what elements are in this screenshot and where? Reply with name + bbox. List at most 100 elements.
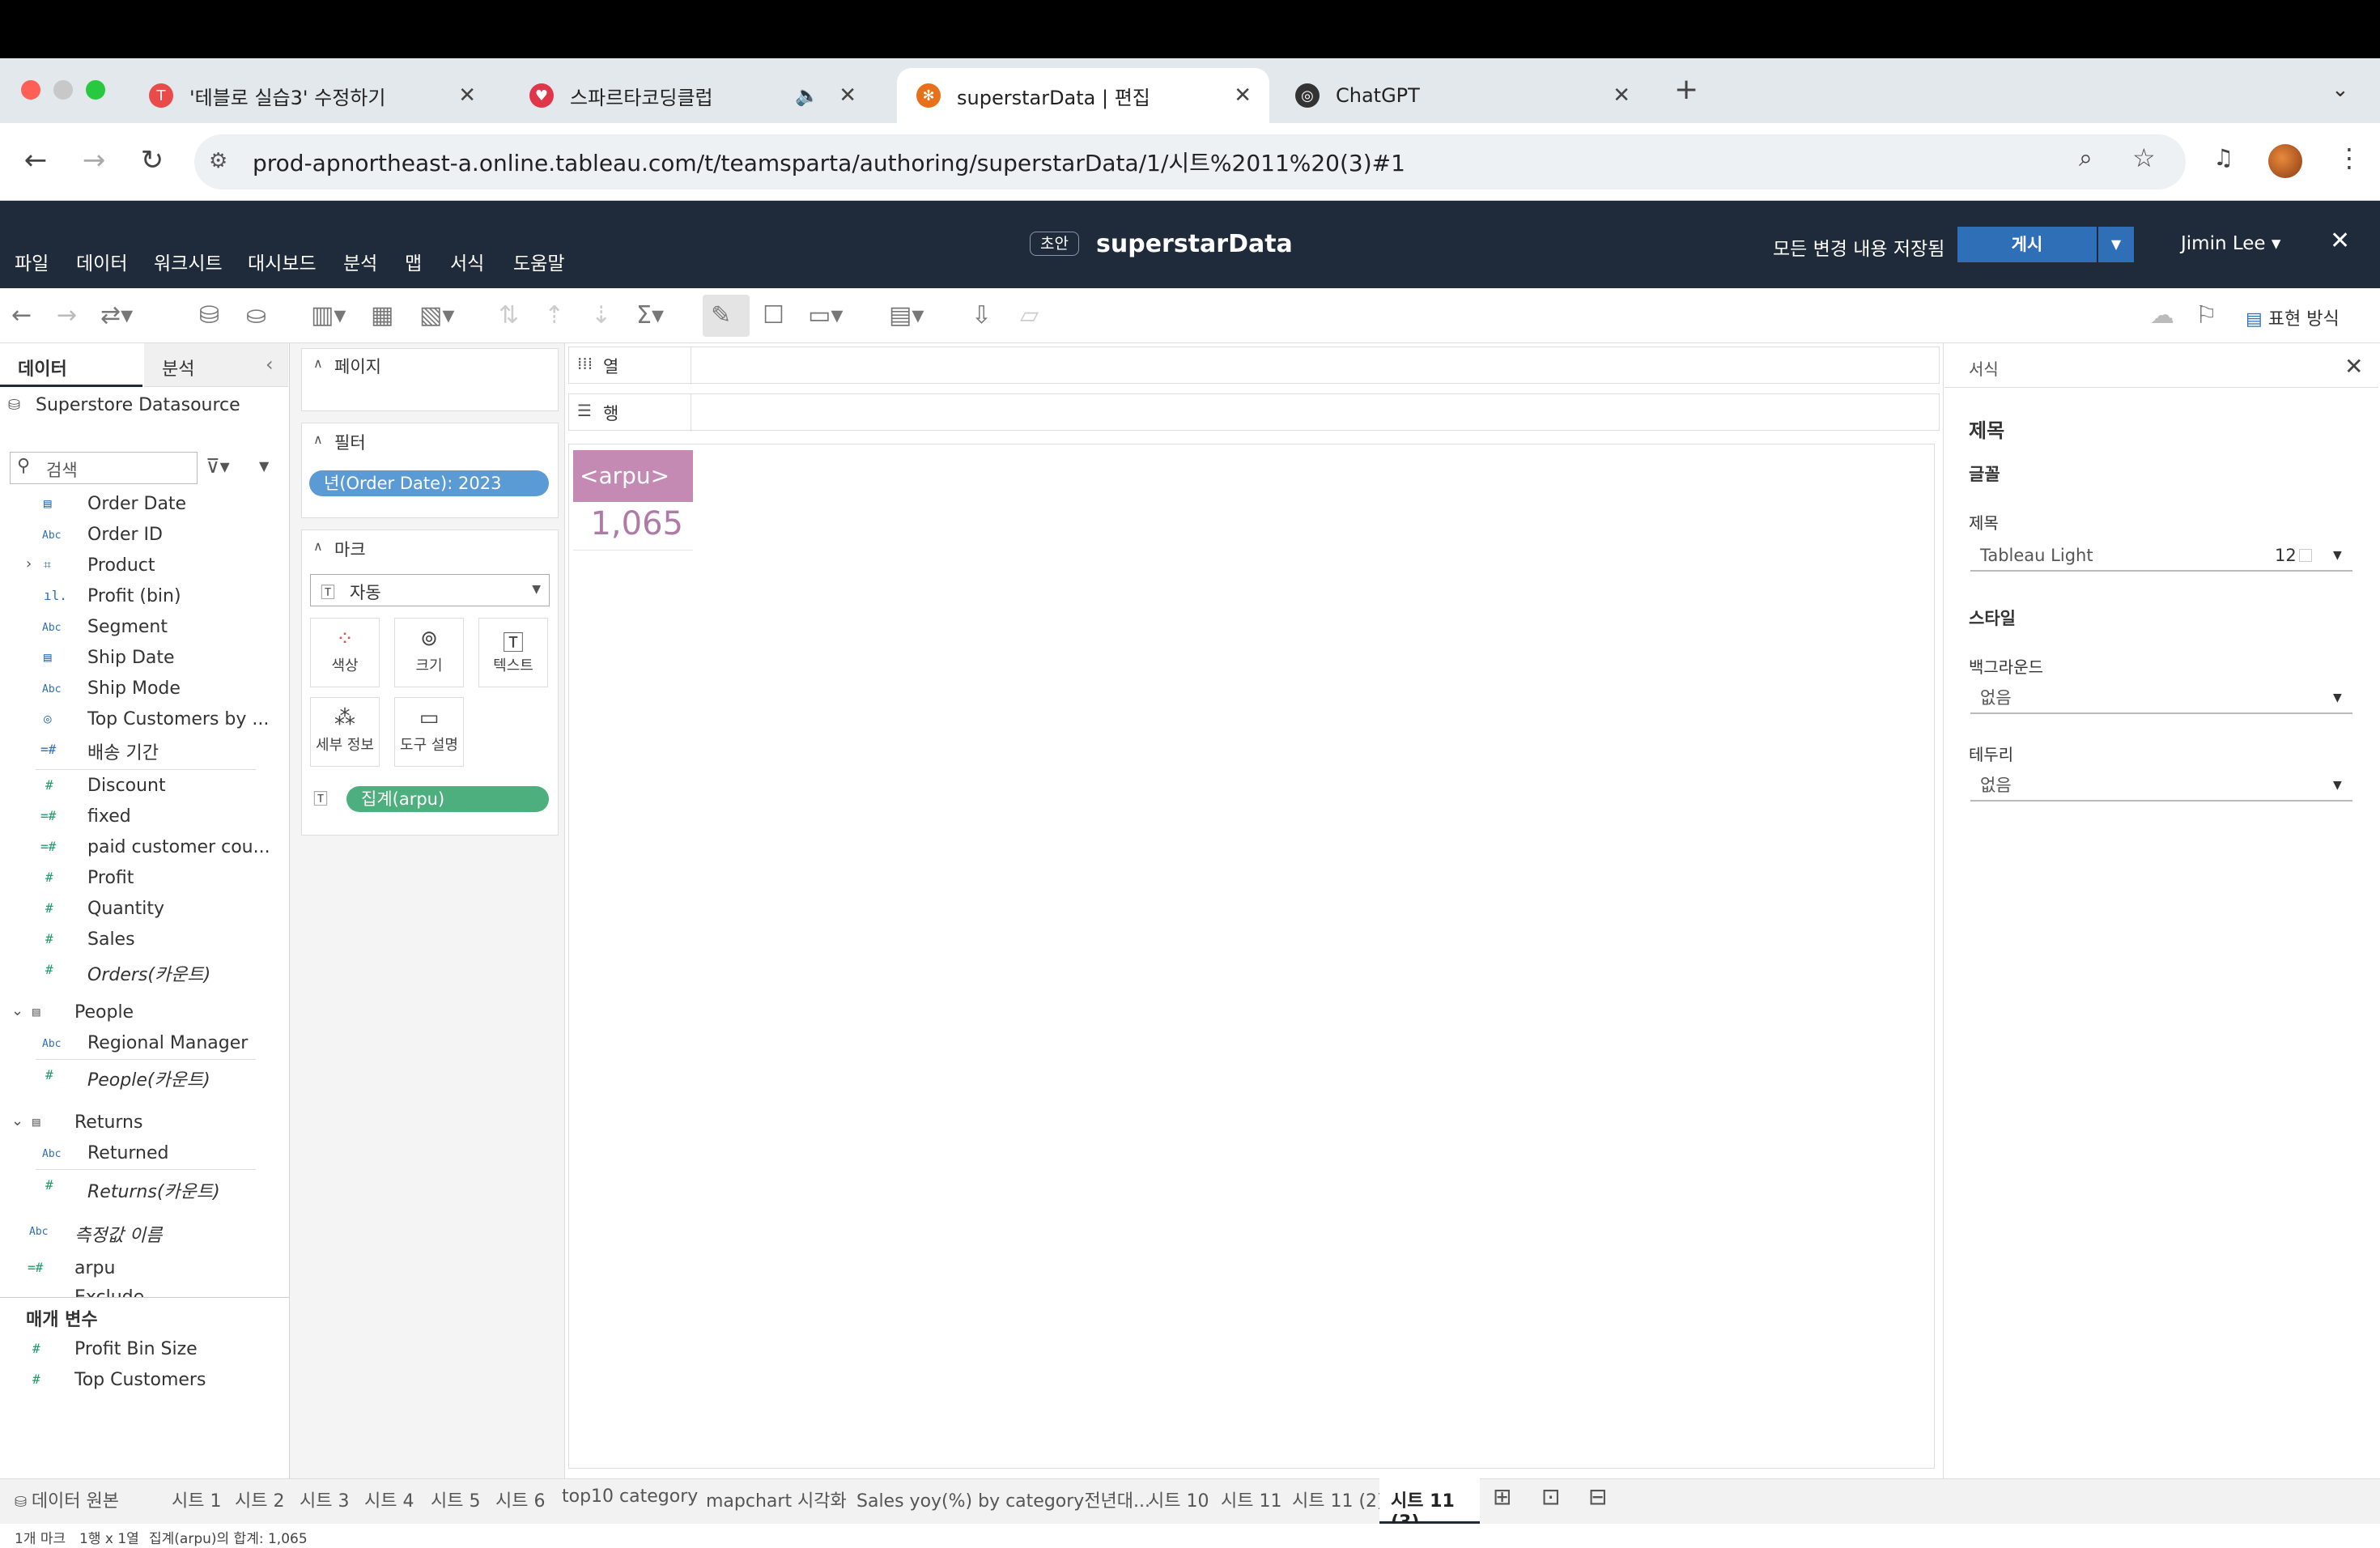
field-profit-bin[interactable]: Profit (bin): [87, 586, 181, 606]
pause-updates-icon[interactable]: ⛀: [246, 301, 266, 330]
collapse-chevron-icon[interactable]: ∧: [313, 355, 323, 371]
field-order-date[interactable]: Order Date: [87, 494, 186, 514]
publish-dropdown-icon[interactable]: ▼: [2098, 227, 2134, 262]
detail-button[interactable]: ⁂ 세부 정보: [310, 697, 380, 767]
speaker-icon[interactable]: 🔈: [795, 84, 819, 107]
download-icon[interactable]: ⇩: [971, 301, 992, 330]
field-orders-count[interactable]: Orders(카운트): [87, 960, 210, 986]
tab-search-chevron-icon[interactable]: ⌄: [2331, 78, 2349, 102]
font-color-swatch[interactable]: [2299, 549, 2312, 562]
search-input[interactable]: ⚲ 검색: [10, 452, 198, 484]
menu-analysis[interactable]: 분석: [343, 248, 377, 275]
table-people[interactable]: People: [74, 1002, 134, 1023]
collapse-chevron-icon[interactable]: ∧: [313, 538, 323, 554]
replay-icon[interactable]: ⇄▾: [100, 301, 133, 330]
bookmark-star-icon[interactable]: ☆: [2132, 142, 2156, 173]
tab-analysis[interactable]: 분석 ‹: [144, 343, 288, 387]
background-select[interactable]: 없음 ▼: [1970, 682, 2352, 714]
menu-dashboard[interactable]: 대시보드: [248, 248, 317, 275]
close-format-pane-icon[interactable]: ✕: [2344, 353, 2363, 380]
new-worksheet-icon[interactable]: ▥▾: [311, 301, 346, 330]
color-button[interactable]: ⁘ 색상: [310, 618, 380, 687]
forward-arrow-icon[interactable]: →: [74, 141, 113, 180]
clear-sheet-icon[interactable]: ▧▾: [419, 301, 454, 330]
sheet-tab[interactable]: 시트 5: [431, 1486, 480, 1512]
profile-avatar[interactable]: [2268, 144, 2302, 178]
menu-map[interactable]: 맵: [405, 248, 422, 275]
sheet-tab[interactable]: mapchart 시각화: [706, 1486, 847, 1512]
user-menu[interactable]: Jimin Lee ▾: [2181, 233, 2280, 254]
field-sales[interactable]: Sales: [87, 929, 135, 950]
close-tab-icon[interactable]: ✕: [458, 83, 476, 108]
sheet-tab[interactable]: 시트 10: [1148, 1486, 1209, 1512]
sheet-tab[interactable]: 시트 11: [1221, 1486, 1281, 1512]
filter-pill[interactable]: 년(Order Date): 2023: [309, 470, 549, 496]
viz-header[interactable]: <arpu>: [573, 450, 693, 502]
field-discount[interactable]: Discount: [87, 776, 166, 796]
browser-tab-2[interactable]: ♥ 스파르타코딩클럽 🔈 ✕: [510, 68, 874, 123]
fit-icon[interactable]: ▭▾: [808, 301, 843, 330]
close-window-icon[interactable]: [21, 80, 40, 100]
field-measure-names[interactable]: 측정값 이름: [74, 1221, 162, 1247]
field-fixed[interactable]: fixed: [87, 806, 131, 827]
browser-tab-4[interactable]: ◎ ChatGPT ✕: [1276, 68, 1648, 123]
undo-icon[interactable]: ←: [11, 301, 32, 330]
back-arrow-icon[interactable]: ←: [16, 141, 55, 180]
new-worksheet-tab-icon[interactable]: ⊞: [1493, 1483, 1511, 1510]
datasource-name[interactable]: Superstore Datasource: [36, 395, 240, 415]
tooltip-button[interactable]: ▭ 도구 설명: [394, 697, 464, 767]
field-order-id[interactable]: Order ID: [87, 525, 163, 545]
field-ship-mode[interactable]: Ship Mode: [87, 678, 181, 699]
zoom-icon[interactable]: ⌕: [2079, 144, 2093, 172]
menu-format[interactable]: 서식: [450, 248, 484, 275]
publish-button[interactable]: 게시: [1957, 227, 2097, 262]
sort-desc-icon[interactable]: ⇣: [591, 301, 611, 330]
sheet-tab[interactable]: Sales yoy(%) by category전년대...: [856, 1486, 1150, 1512]
tab-data[interactable]: 데이터: [0, 343, 142, 387]
site-settings-icon[interactable]: ⚙: [209, 149, 227, 173]
viz-canvas[interactable]: [568, 444, 1935, 1469]
measure-pill[interactable]: 집계(arpu): [346, 786, 549, 812]
field-shipping-period[interactable]: 배송 기간: [87, 738, 159, 764]
menu-help[interactable]: 도움말: [513, 248, 564, 275]
columns-shelf[interactable]: ⁞⁞⁞ 열: [568, 347, 1940, 385]
sheet-tab[interactable]: top10 category: [562, 1486, 698, 1507]
sheet-tab[interactable]: 시트 1: [172, 1486, 221, 1512]
redo-icon[interactable]: →: [57, 301, 77, 330]
param-profit-bin-size[interactable]: Profit Bin Size: [74, 1339, 198, 1359]
field-people-count[interactable]: People(카운트): [87, 1065, 210, 1091]
field-returned[interactable]: Returned: [87, 1143, 169, 1163]
group-icon[interactable]: ☐: [763, 301, 784, 330]
close-tab-icon[interactable]: ✕: [839, 83, 856, 108]
new-dashboard-tab-icon[interactable]: ⊡: [1541, 1483, 1560, 1510]
reload-icon[interactable]: ↻: [133, 141, 172, 180]
text-button[interactable]: 🅃 텍스트: [478, 618, 548, 687]
browser-tab-1[interactable]: T '테블로 실습3' 수정하기 ✕: [130, 68, 494, 123]
collapse-chevron-icon[interactable]: ⌄: [11, 1112, 23, 1129]
new-tab-icon[interactable]: +: [1674, 73, 1698, 106]
field-paid-customer-count[interactable]: paid customer cou...: [87, 837, 270, 857]
table-returns[interactable]: Returns: [74, 1112, 142, 1133]
field-segment[interactable]: Segment: [87, 617, 168, 637]
param-top-customers[interactable]: Top Customers: [74, 1370, 206, 1390]
show-labels-icon[interactable]: ▤▾: [889, 301, 924, 330]
size-button[interactable]: ⊚ 크기: [394, 618, 464, 687]
highlight-icon[interactable]: ✎: [711, 301, 731, 330]
new-story-tab-icon[interactable]: ⊟: [1588, 1483, 1607, 1510]
menu-data[interactable]: 데이터: [76, 248, 127, 275]
field-regional-manager[interactable]: Regional Manager: [87, 1033, 248, 1053]
field-returns-count[interactable]: Returns(카운트): [87, 1177, 220, 1203]
close-tab-icon[interactable]: ✕: [1613, 83, 1630, 108]
browser-tab-active[interactable]: ✻ superstarData | 편집 ✕: [897, 68, 1269, 123]
media-control-icon[interactable]: ♫: [2213, 144, 2233, 171]
collapse-pane-icon[interactable]: ‹: [266, 353, 274, 376]
field-arpu[interactable]: arpu: [74, 1258, 115, 1278]
close-editor-icon[interactable]: ✕: [2330, 227, 2350, 255]
new-datasource-icon[interactable]: ⛁: [199, 301, 219, 330]
close-tab-icon[interactable]: ✕: [1234, 83, 1252, 108]
sheet-tab[interactable]: 시트 6: [495, 1486, 545, 1512]
field-quantity[interactable]: Quantity: [87, 899, 164, 919]
maximize-window-icon[interactable]: [86, 80, 105, 100]
pages-shelf[interactable]: ∧ 페이지: [301, 348, 559, 411]
field-profit[interactable]: Profit: [87, 868, 134, 888]
